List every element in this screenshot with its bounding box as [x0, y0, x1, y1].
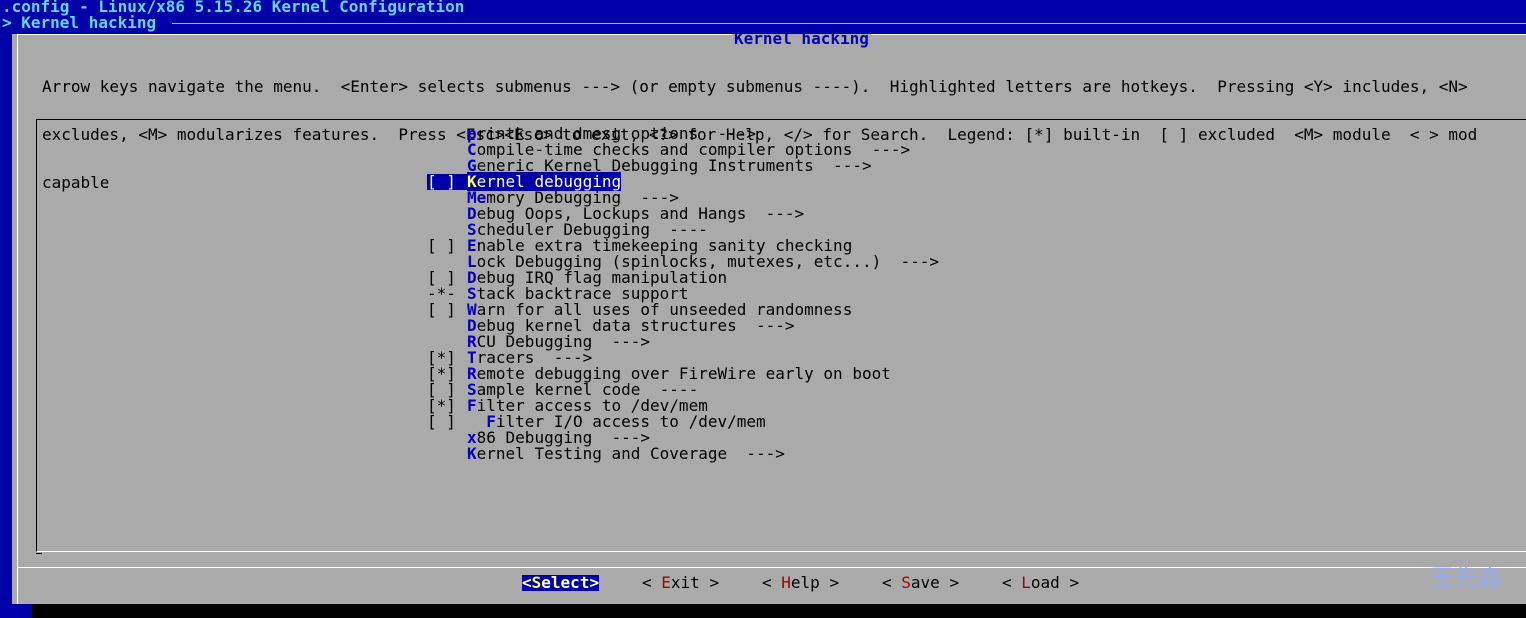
- button-hotkey: H: [781, 573, 791, 592]
- help-line-1: Arrow keys navigate the menu. <Enter> se…: [42, 77, 1468, 96]
- load-button[interactable]: < Load >: [1002, 575, 1079, 591]
- button-label: elp >: [790, 573, 840, 592]
- button-label: elect>: [541, 573, 600, 592]
- terminal-bottom-strip: [32, 604, 1526, 618]
- button-hotkey: S: [901, 573, 911, 592]
- menu-item[interactable]: Kernel Testing and Coverage --->: [427, 446, 785, 462]
- button-bracket: <: [882, 573, 902, 592]
- menu-item-label: Kernel Testing and Coverage --->: [467, 444, 785, 463]
- button-bracket: <: [1002, 573, 1022, 592]
- button-label: oad >: [1030, 573, 1080, 592]
- help-button[interactable]: < Help >: [762, 575, 839, 591]
- exit-button[interactable]: < Exit >: [642, 575, 719, 591]
- menu-item-text: ernel Testing and Coverage --->: [476, 444, 785, 463]
- button-hotkey: S: [531, 573, 542, 592]
- save-button[interactable]: < Save >: [882, 575, 959, 591]
- button-bracket: <: [522, 573, 532, 592]
- button-bracket: <: [642, 573, 662, 592]
- menu-item-hotkey: K: [467, 444, 477, 463]
- select-button[interactable]: <Select>: [522, 573, 600, 592]
- dialog-title: Kernel hacking: [732, 34, 871, 47]
- breadcrumb: > Kernel hacking: [2, 13, 157, 32]
- kernel-hacking-dialog: Kernel hacking Arrow keys navigate the m…: [12, 34, 1526, 604]
- button-separator: [18, 567, 1526, 568]
- button-label: xit >: [670, 573, 720, 592]
- menu-item-state[interactable]: [427, 446, 467, 462]
- button-hotkey: L: [1021, 573, 1031, 592]
- breadcrumb-rule: [172, 23, 1526, 24]
- watermark: 王先森: [1430, 564, 1502, 592]
- menu-list-box[interactable]: [36, 119, 1526, 554]
- button-hotkey: E: [661, 573, 671, 592]
- button-bracket: <: [762, 573, 782, 592]
- button-label: ave >: [910, 573, 960, 592]
